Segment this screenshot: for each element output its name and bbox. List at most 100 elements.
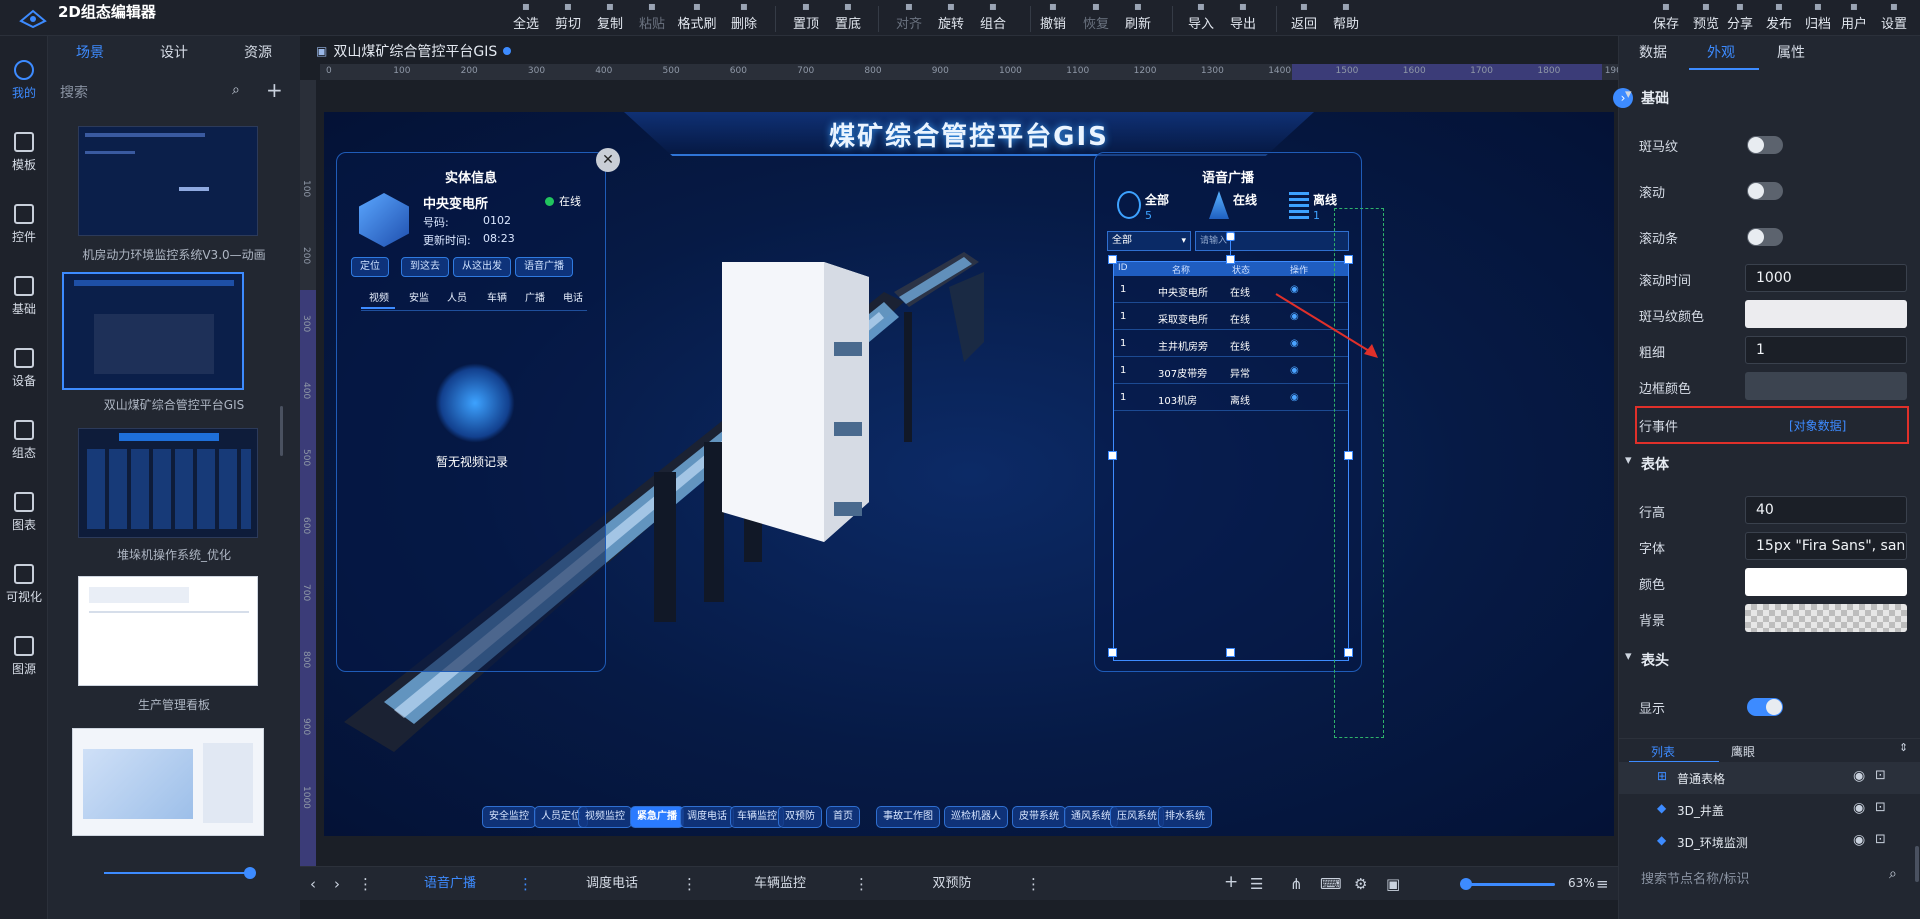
toolbar-right-button[interactable]: ▪ 保存 (1646, 0, 1686, 36)
resize-handle[interactable] (1108, 451, 1117, 460)
scene-thumbnail[interactable] (78, 576, 258, 686)
resize-handle[interactable] (1226, 255, 1235, 264)
layer-item[interactable]: ◆ 3D_环境监测 ◉ ⊡ (1619, 826, 1920, 858)
toolbar-button[interactable]: ▪ 置顶 (786, 0, 826, 36)
scene-nav-button[interactable]: 压风系统 (1110, 806, 1164, 828)
font-color-swatch[interactable] (1745, 568, 1907, 596)
section-body[interactable]: 表体 (1625, 453, 1669, 474)
search-icon[interactable]: ⌕ (232, 82, 240, 98)
tab-layer-list[interactable]: 列表 (1651, 743, 1675, 760)
toolbar-button[interactable]: ▪ 导入 (1181, 0, 1221, 36)
lock-icon[interactable]: ⊡ (1875, 800, 1886, 815)
toolbar-button[interactable]: ▪ 置底 (828, 0, 868, 36)
close-icon[interactable]: ✕ (596, 148, 620, 172)
toolbar-button[interactable]: ▪ 粘贴 (632, 0, 672, 36)
toolbar-right-button[interactable]: ▪ 归档 (1798, 0, 1838, 36)
device-icon[interactable]: ⚙ (1354, 875, 1367, 893)
rail-item[interactable]: 设备 (0, 338, 48, 398)
canvas-stage[interactable]: 煤矿综合管控平台GIS 实体信息 中央变电所 在线 号码: 0102 更新时间:… (320, 80, 1618, 866)
locate-button[interactable]: 定位 (351, 257, 389, 277)
tab-appearance[interactable]: 外观 (1707, 36, 1735, 70)
chevron-left-icon[interactable]: ‹ (310, 875, 316, 893)
rail-item[interactable]: 可视化 (0, 554, 48, 614)
resize-handle[interactable] (1108, 255, 1117, 264)
table-row[interactable]: 1 103机房 离线 ◉ (1114, 384, 1348, 411)
thickness-input[interactable]: 1 (1745, 336, 1907, 364)
scene-nav-button[interactable]: 调度电话 (680, 806, 734, 828)
eye-icon[interactable]: ◉ (1853, 832, 1865, 848)
background-color-swatch[interactable] (1745, 604, 1907, 632)
zebra-color-swatch[interactable] (1745, 300, 1907, 328)
scene-nav-button[interactable]: 巡检机器人 (944, 806, 1008, 828)
rotate-handle[interactable] (1226, 232, 1235, 241)
toggle-show-header[interactable] (1747, 698, 1783, 716)
layer-search-input[interactable]: 搜索节点名称/标识 (1641, 868, 1749, 887)
tab-personnel[interactable]: 人员 (447, 289, 467, 304)
tab-video[interactable]: 视频 (369, 289, 389, 304)
rail-item[interactable]: 基础 (0, 266, 48, 326)
scene-nav-button[interactable]: 视频监控 (578, 806, 632, 828)
tab-phone[interactable]: 电话 (563, 289, 583, 304)
border-color-swatch[interactable] (1745, 372, 1907, 400)
tab-safety[interactable]: 安监 (409, 289, 429, 304)
resize-handle[interactable] (1226, 648, 1235, 657)
toolbar-button[interactable]: ▪ 剪切 (548, 0, 588, 36)
layer-item[interactable]: ⊞ 普通表格 ◉ ⊡ (1619, 762, 1920, 794)
eye-icon[interactable]: ◉ (1853, 800, 1865, 816)
scene-nav-button[interactable]: 皮带系统 (1012, 806, 1066, 828)
tab-attributes[interactable]: 属性 (1777, 36, 1805, 70)
tab-scenes[interactable]: 场景 (48, 36, 132, 70)
toolbar-button[interactable]: ▪ 对齐 (889, 0, 929, 36)
list-icon[interactable]: ☰ (1250, 875, 1263, 893)
toolbar-button[interactable]: ▪ 旋转 (931, 0, 971, 36)
more-icon[interactable]: ⋮ (854, 875, 869, 893)
scrollbar[interactable] (280, 406, 283, 456)
more-icon[interactable]: ⋮ (1026, 875, 1041, 893)
page-tab-dual-prevention[interactable]: 双预防 (868, 867, 1036, 901)
tab-data[interactable]: 数据 (1639, 36, 1667, 70)
broadcast-search-input[interactable]: 请输入 (1195, 231, 1349, 251)
add-page-icon[interactable]: + (1224, 872, 1238, 892)
eye-icon[interactable]: ◉ (1290, 392, 1299, 403)
toolbar-button[interactable]: ▪ 复制 (590, 0, 630, 36)
zoom-slider-knob[interactable] (1460, 878, 1472, 890)
toolbar-button[interactable]: ▪ 返回 (1284, 0, 1324, 36)
resize-handle[interactable] (1344, 255, 1353, 264)
scene-nav-button[interactable]: 首页 (826, 806, 860, 828)
resize-handle[interactable] (1344, 451, 1353, 460)
more-icon[interactable]: ⋮ (682, 875, 697, 893)
toolbar-button[interactable]: ▪ 撤销 (1033, 0, 1073, 36)
scene-thumbnail[interactable] (72, 728, 264, 836)
expand-icon[interactable]: ⇕ (1899, 741, 1908, 754)
rail-item[interactable]: 模板 (0, 122, 48, 182)
toggle-scrollbar[interactable] (1747, 228, 1783, 246)
scene-nav-button[interactable]: 双预防 (778, 806, 822, 828)
scrollbar[interactable] (1915, 846, 1919, 882)
font-input[interactable]: 15px "Fira Sans", sans-serif (1745, 532, 1907, 560)
toolbar-button[interactable]: ▪ 刷新 (1118, 0, 1158, 36)
tab-design[interactable]: 设计 (132, 36, 216, 70)
scene-nav-button[interactable]: 事故工作图 (876, 806, 940, 828)
tab-eagle-eye[interactable]: 鹰眼 (1731, 743, 1755, 760)
toolbar-button[interactable]: ▪ 删除 (724, 0, 764, 36)
scene-nav-button[interactable]: 车辆监控 (730, 806, 784, 828)
resize-handle[interactable] (1108, 648, 1117, 657)
scroll-indicator-knob[interactable] (244, 867, 256, 879)
toolbar-button[interactable]: ▪ 恢复 (1076, 0, 1116, 36)
rail-item[interactable]: 图表 (0, 482, 48, 542)
eye-icon[interactable]: ◉ (1853, 768, 1865, 784)
scene-nav-button[interactable]: 排水系统 (1158, 806, 1212, 828)
toggle-scroll[interactable] (1747, 182, 1783, 200)
add-scene-icon[interactable]: + (266, 78, 283, 102)
menu-icon[interactable]: ≡ (1596, 875, 1609, 893)
toggle-zebra[interactable] (1747, 136, 1783, 154)
toolbar-right-button[interactable]: ▪ 发布 (1759, 0, 1799, 36)
toolbar-button[interactable]: ▪ 组合 (973, 0, 1013, 36)
tab-resources[interactable]: 资源 (216, 36, 300, 70)
rail-item[interactable]: 图源 (0, 626, 48, 686)
toolbar-right-button[interactable]: ▪ 分享 (1720, 0, 1760, 36)
page-tab-dispatch-phone[interactable]: 调度电话 (532, 867, 692, 901)
scene-nav-button[interactable]: 安全监控 (482, 806, 536, 828)
toolbar-right-button[interactable]: ▪ 设置 (1874, 0, 1914, 36)
code-icon[interactable]: ⌨ (1320, 875, 1342, 893)
